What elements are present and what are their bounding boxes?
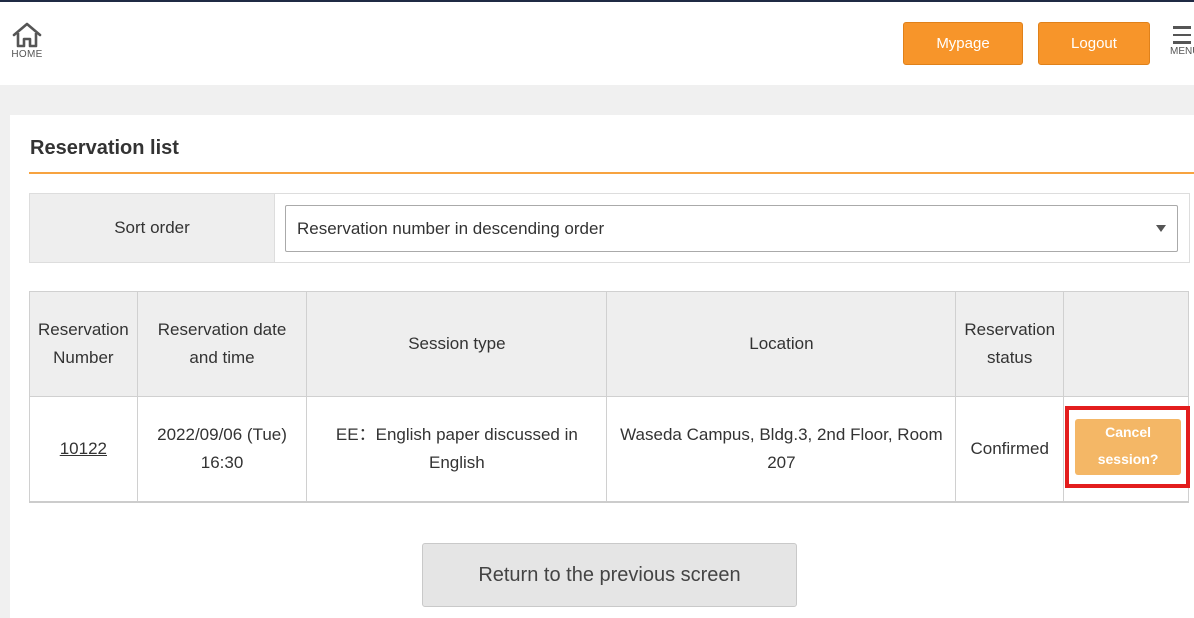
hamburger-icon [1170,26,1194,44]
reservation-number-link[interactable]: 10122 [60,439,107,458]
home-link[interactable]: HOME [8,22,46,60]
table-header-row: Reservation Number Reservation date and … [29,291,1189,397]
reservation-date: 2022/09/06 (Tue) [157,424,287,444]
cell-date-time: 2022/09/06 (Tue) 16:30 [136,396,308,503]
mypage-button[interactable]: Mypage [903,22,1023,65]
sort-order-select[interactable]: Reservation number in descending order [285,205,1178,252]
sort-cell: Reservation number in descending order [275,194,1189,262]
main-panel: Reservation list Sort order Reservation … [10,115,1194,618]
sort-row: Sort order Reservation number in descend… [29,193,1190,263]
return-button[interactable]: Return to the previous screen [422,543,797,607]
table-row: 10122 2022/09/06 (Tue) 16:30 EE：English … [29,396,1191,503]
header-reservation-number: Reservation Number [29,291,138,397]
menu-button[interactable]: MENU [1170,26,1194,57]
site-header: HOME Mypage Logout MENU [0,2,1194,85]
header-location: Location [606,291,957,397]
title-divider [29,172,1194,174]
home-label: HOME [11,49,43,60]
header-status: Reservation status [955,291,1065,397]
reservation-table: Reservation Number Reservation date and … [29,291,1191,503]
sort-selected-value: Reservation number in descending order [297,218,605,238]
page-title: Reservation list [30,137,179,159]
dropdown-caret-icon [1156,225,1166,232]
logout-button[interactable]: Logout [1038,22,1150,65]
menu-label: MENU [1170,45,1194,57]
cell-reservation-number: 10122 [29,396,138,503]
header-action [1063,291,1189,397]
cell-status: Confirmed [955,396,1065,503]
header-session-type: Session type [306,291,608,397]
cell-location: Waseda Campus, Bldg.3, 2nd Floor, Room 2… [606,396,957,503]
reservation-time: 16:30 [200,452,244,472]
header-date-time: Reservation date and time [136,291,308,397]
home-icon [12,22,42,48]
sort-label: Sort order [30,194,275,262]
cancel-session-button[interactable]: Cancel session? [1075,419,1182,475]
cell-session-type: EE：English paper discussed in English [306,396,608,503]
cell-action: Cancel session? [1063,396,1191,503]
